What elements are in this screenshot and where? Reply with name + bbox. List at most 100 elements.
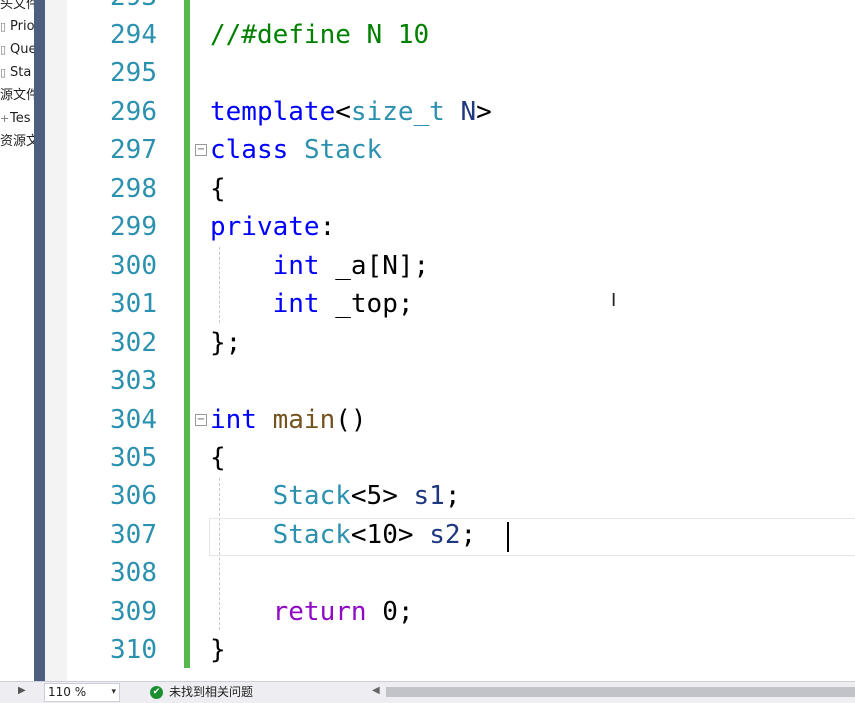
explorer-item-label: Tes bbox=[10, 111, 31, 126]
code-token: { bbox=[210, 174, 226, 204]
code-editor[interactable]: 293 I 294 //#define N 10 295 296 template<si… bbox=[45, 0, 855, 681]
explorer-item[interactable]: ▯ Que bbox=[0, 39, 34, 61]
line-number: 301 bbox=[110, 289, 157, 319]
line-number: 302 bbox=[110, 328, 157, 358]
code-line[interactable]: { bbox=[210, 439, 226, 477]
code-token: Stack bbox=[303, 135, 383, 165]
horizontal-scrollbar-thumb[interactable] bbox=[386, 687, 855, 697]
code-token: > bbox=[476, 97, 492, 127]
status-bar: ▶ 110 % ▾ ✔ 未找到相关问题 ◀ bbox=[0, 681, 855, 703]
mouse-ibeam-cursor: I bbox=[611, 290, 617, 311]
code-line[interactable]: { bbox=[210, 170, 226, 208]
line-number: 296 bbox=[110, 97, 157, 127]
expand-arrow-icon[interactable]: ▶ bbox=[18, 685, 26, 696]
code-token: int bbox=[210, 405, 257, 435]
code-line[interactable]: private: bbox=[210, 208, 335, 246]
code-token: s1 bbox=[413, 481, 445, 511]
code-line[interactable]: Stack<5> s1; bbox=[210, 477, 461, 515]
code-token: }; bbox=[210, 328, 242, 358]
line-number: 299 bbox=[110, 212, 157, 242]
code-token: Stack bbox=[272, 481, 351, 511]
explorer-item-label: Prio bbox=[10, 19, 34, 34]
file-icon: ▯ bbox=[0, 66, 7, 79]
collapse-toggle-icon[interactable]: − bbox=[195, 414, 207, 426]
code-token: class bbox=[210, 135, 289, 165]
code-token: <5> bbox=[350, 481, 414, 511]
code-token: _top; bbox=[319, 289, 414, 319]
check-circle-icon: ✔ bbox=[150, 686, 163, 699]
collapse-toggle-icon[interactable]: − bbox=[195, 144, 207, 156]
explorer-item-label: Que bbox=[10, 42, 34, 57]
line-number: 297 bbox=[110, 135, 157, 165]
explorer-item[interactable]: ▯ Sta bbox=[0, 62, 31, 84]
code-token: private bbox=[210, 212, 320, 242]
code-line[interactable]: int main() bbox=[210, 401, 367, 439]
line-number: 310 bbox=[110, 635, 157, 665]
explorer-item[interactable]: 资源文 bbox=[0, 131, 34, 153]
code-token: Stack bbox=[272, 520, 351, 550]
file-icon: + bbox=[0, 112, 10, 125]
code-line[interactable]: class Stack bbox=[210, 131, 382, 169]
code-token: () bbox=[335, 405, 367, 435]
code-token: return bbox=[272, 597, 367, 627]
code-line[interactable]: int _a[N]; bbox=[210, 247, 430, 285]
line-number: 308 bbox=[110, 558, 157, 588]
code-token: ; bbox=[444, 481, 461, 511]
code-line[interactable]: template<size_t N> bbox=[210, 93, 492, 131]
code-token: main bbox=[272, 405, 336, 435]
change-tracking-bar bbox=[184, 0, 190, 668]
code-line[interactable]: return 0; bbox=[210, 593, 414, 631]
code-token: } bbox=[210, 635, 226, 665]
line-number: 307 bbox=[110, 520, 157, 550]
code-token: 0; bbox=[366, 597, 414, 627]
solution-explorer-panel: 头文件 ▯ Prio ▯ Que ▯ Sta 源文件 +Tes 资源文 bbox=[0, 0, 34, 681]
code-token: template bbox=[210, 97, 336, 127]
line-number: 294 bbox=[110, 20, 157, 50]
code-line[interactable]: //#define N 10 bbox=[210, 16, 429, 54]
file-icon: ▯ bbox=[0, 20, 7, 33]
code-token: ; bbox=[460, 520, 477, 550]
explorer-item[interactable]: 源文件 bbox=[0, 85, 34, 107]
explorer-item-label: 源文件 bbox=[0, 88, 34, 103]
line-number: 306 bbox=[110, 481, 157, 511]
code-line[interactable]: Stack<10> s2; bbox=[210, 516, 477, 554]
selection-margin[interactable] bbox=[45, 0, 67, 681]
explorer-item-label: Sta bbox=[10, 65, 32, 80]
issues-label: 未找到相关问题 bbox=[169, 685, 254, 699]
code-token: < bbox=[335, 97, 351, 127]
code-token: N bbox=[460, 97, 477, 127]
explorer-item-label: 资源文 bbox=[0, 134, 34, 149]
line-number: 304 bbox=[110, 405, 157, 435]
code-token: //#define N 10 bbox=[210, 20, 430, 50]
code-token: : bbox=[319, 212, 336, 242]
explorer-item[interactable]: +Tes bbox=[0, 108, 31, 130]
text-caret bbox=[507, 522, 509, 552]
line-number: 305 bbox=[110, 443, 157, 473]
scroll-left-icon[interactable]: ◀ bbox=[372, 685, 380, 696]
explorer-item[interactable]: 头文件 bbox=[0, 0, 34, 16]
code-token: <10> bbox=[350, 520, 430, 550]
zoom-dropdown[interactable]: 110 % ▾ bbox=[44, 683, 120, 702]
code-line[interactable]: }; bbox=[210, 324, 241, 362]
chevron-down-icon: ▾ bbox=[111, 687, 116, 697]
code-line[interactable]: int _top; bbox=[210, 285, 414, 323]
line-number: 303 bbox=[110, 366, 157, 396]
explorer-item-label: 头文件 bbox=[0, 0, 34, 12]
code-token: size_t bbox=[350, 97, 445, 127]
panel-splitter[interactable] bbox=[34, 0, 45, 681]
file-icon: ▯ bbox=[0, 43, 7, 56]
explorer-item[interactable]: ▯ Prio bbox=[0, 16, 34, 38]
code-token: int bbox=[272, 289, 320, 319]
code-token: s2 bbox=[429, 520, 461, 550]
code-line[interactable]: } bbox=[210, 631, 226, 669]
issues-indicator[interactable]: ✔ 未找到相关问题 bbox=[150, 683, 253, 701]
zoom-value: 110 % bbox=[48, 685, 87, 699]
